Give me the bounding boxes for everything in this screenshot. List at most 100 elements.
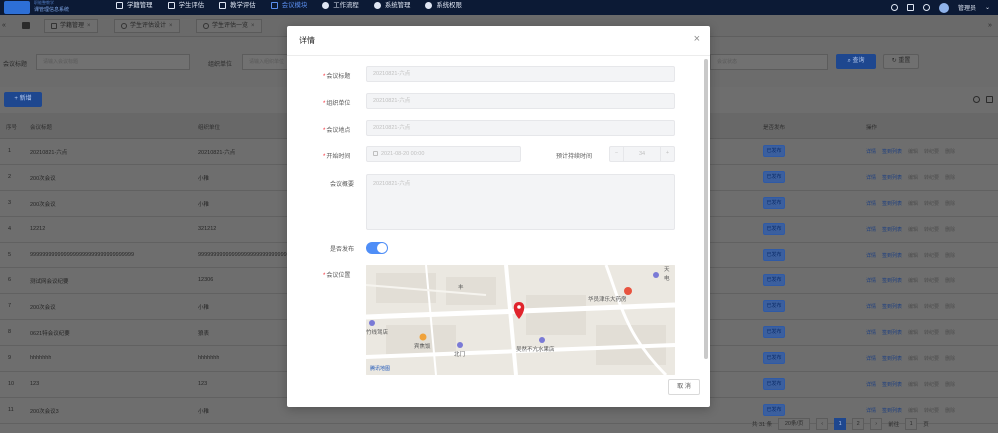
row-action-link[interactable]: 转纪要 [924, 381, 939, 388]
row-action-link[interactable]: 删除 [945, 174, 955, 181]
row-action-link[interactable]: 签到列表 [882, 407, 902, 414]
row-action-link[interactable]: 签到列表 [882, 226, 902, 233]
row-action-link[interactable]: 详情 [866, 355, 876, 362]
row-action-link[interactable]: 转纪要 [924, 303, 939, 310]
chevron-down-icon[interactable]: ⌄ [985, 4, 990, 11]
meeting-title-filter-input[interactable]: 请输入会议标题 [36, 54, 190, 70]
org-field[interactable]: 20210821-六点 [366, 93, 675, 109]
home-icon[interactable] [22, 22, 30, 29]
row-action-link[interactable]: 删除 [945, 277, 955, 284]
refresh-icon[interactable] [973, 96, 980, 103]
row-action-link[interactable]: 删除 [945, 200, 955, 207]
row-action-link[interactable]: 编辑 [908, 252, 918, 259]
page-2-button[interactable]: 2 [852, 418, 865, 430]
row-action-link[interactable]: 编辑 [908, 174, 918, 181]
close-icon[interactable]: × [251, 20, 255, 32]
tabs-prev-icon[interactable]: « [2, 22, 6, 29]
row-action-link[interactable]: 删除 [945, 329, 955, 336]
row-action-link[interactable]: 详情 [866, 277, 876, 284]
row-action-link[interactable]: 详情 [866, 174, 876, 181]
page-size-select[interactable]: 20条/页 [778, 418, 811, 430]
row-action-link[interactable]: 签到列表 [882, 303, 902, 310]
row-action-link[interactable]: 转纪要 [924, 200, 939, 207]
reset-button[interactable]: ↻ 重置 [883, 54, 919, 69]
row-action-link[interactable]: 签到列表 [882, 355, 902, 362]
row-action-link[interactable]: 转纪要 [924, 148, 939, 155]
tab-student-records[interactable]: 学籍管理 × [44, 19, 98, 33]
row-action-link[interactable]: 转纪要 [924, 252, 939, 259]
nav-item-workflow[interactable]: 工作流程 [322, 0, 359, 15]
app-logo[interactable]: 职能整教学 课管理信息系统 [4, 0, 102, 15]
page-1-button[interactable]: 1 [834, 418, 847, 430]
row-action-link[interactable]: 签到列表 [882, 277, 902, 284]
row-action-link[interactable]: 详情 [866, 252, 876, 259]
row-action-link[interactable]: 详情 [866, 381, 876, 388]
row-action-link[interactable]: 转纪要 [924, 355, 939, 362]
row-action-link[interactable]: 签到列表 [882, 381, 902, 388]
org-filter-input[interactable]: 请输入组织单位 [242, 54, 288, 70]
close-icon[interactable]: × [169, 20, 173, 32]
fullscreen-icon[interactable] [906, 4, 914, 11]
row-action-link[interactable]: 转纪要 [924, 329, 939, 336]
row-action-link[interactable]: 详情 [866, 407, 876, 414]
tabs-next-icon[interactable]: » [988, 22, 992, 29]
row-action-link[interactable]: 签到列表 [882, 252, 902, 259]
row-action-link[interactable]: 删除 [945, 226, 955, 233]
bell-icon[interactable] [922, 4, 930, 11]
location-map[interactable]: 华员津乐大药房 天 电 丰 竹线驾店 宾焦饭 北门 吴然不亢水果店 腾讯地图 [366, 265, 675, 375]
duration-value[interactable]: 34 [624, 147, 660, 161]
row-action-link[interactable]: 详情 [866, 329, 876, 336]
nav-item-teaching-eval[interactable]: 教学评估 [219, 0, 256, 15]
close-icon[interactable]: × [87, 20, 91, 32]
row-action-link[interactable]: 编辑 [908, 329, 918, 336]
row-action-link[interactable]: 签到列表 [882, 148, 902, 155]
start-time-field[interactable]: 2021-08-20 00:00 [366, 146, 521, 162]
row-action-link[interactable]: 详情 [866, 200, 876, 207]
column-settings-icon[interactable] [986, 96, 993, 103]
avatar[interactable] [938, 2, 949, 13]
nav-item-system-permission[interactable]: 系统权限 [425, 0, 462, 15]
status-filter-input[interactable]: 会议状态 [710, 54, 828, 70]
row-action-link[interactable]: 编辑 [908, 407, 918, 414]
row-action-link[interactable]: 删除 [945, 355, 955, 362]
row-action-link[interactable]: 编辑 [908, 355, 918, 362]
row-action-link[interactable]: 签到列表 [882, 174, 902, 181]
scrollbar-thumb[interactable] [704, 59, 708, 359]
row-action-link[interactable]: 签到列表 [882, 329, 902, 336]
nav-item-meeting[interactable]: 会议模块 [270, 0, 307, 15]
next-page-button[interactable]: › [870, 418, 883, 430]
plus-icon[interactable]: + [660, 147, 674, 161]
row-action-link[interactable]: 编辑 [908, 381, 918, 388]
close-icon[interactable]: × [694, 33, 700, 45]
location-field[interactable]: 20210821-六点 [366, 120, 675, 136]
row-action-link[interactable]: 详情 [866, 226, 876, 233]
row-action-link[interactable]: 删除 [945, 407, 955, 414]
row-action-link[interactable]: 编辑 [908, 226, 918, 233]
row-action-link[interactable]: 编辑 [908, 200, 918, 207]
prev-page-button[interactable]: ‹ [816, 418, 829, 430]
goto-page-input[interactable]: 1 [905, 418, 918, 430]
summary-textarea[interactable]: 20210821-六点 [366, 174, 675, 230]
row-action-link[interactable]: 转纪要 [924, 277, 939, 284]
row-action-link[interactable]: 转纪要 [924, 226, 939, 233]
search-icon[interactable] [890, 4, 898, 11]
row-action-link[interactable]: 编辑 [908, 277, 918, 284]
row-action-link[interactable]: 删除 [945, 303, 955, 310]
add-button[interactable]: + 新增 [4, 92, 42, 107]
duration-stepper[interactable]: − 34 + [609, 146, 675, 162]
row-action-link[interactable]: 删除 [945, 252, 955, 259]
publish-toggle[interactable] [366, 242, 388, 254]
row-action-link[interactable]: 签到列表 [882, 200, 902, 207]
meeting-title-field[interactable]: 20210821-六点 [366, 66, 675, 82]
row-action-link[interactable]: 详情 [866, 303, 876, 310]
tab-student-eval-list[interactable]: 学生评估一览 × [196, 19, 262, 33]
dialog-scrollbar[interactable] [704, 59, 708, 359]
row-action-link[interactable]: 详情 [866, 148, 876, 155]
nav-item-student-records[interactable]: 学籍管理 [116, 0, 153, 15]
cancel-button[interactable]: 取 消 [668, 379, 700, 395]
row-action-link[interactable]: 编辑 [908, 303, 918, 310]
nav-item-student-eval[interactable]: 学生评估 [167, 0, 204, 15]
row-action-link[interactable]: 删除 [945, 148, 955, 155]
minus-icon[interactable]: − [610, 147, 624, 161]
row-action-link[interactable]: 编辑 [908, 148, 918, 155]
